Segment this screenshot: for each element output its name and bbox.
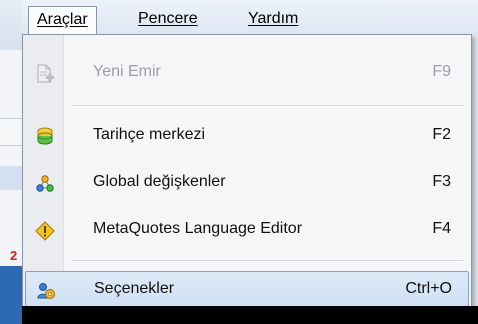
menu-item-options[interactable]: Seçenekler Ctrl+O (25, 271, 469, 307)
taskbar-fragment (0, 266, 22, 324)
menu-item-label: Tarihçe merkezi (93, 126, 206, 143)
menu-item-global-variables[interactable]: Global değişkenler F3 (25, 165, 467, 199)
menu-separator (71, 105, 463, 107)
menu-araclar[interactable]: Araçlar (28, 6, 97, 35)
new-order-icon (35, 63, 55, 83)
menu-item-label: Yeni Emir (93, 63, 161, 80)
menu-araclar-label: Araçlar (37, 11, 88, 28)
panel-fragment (0, 118, 22, 146)
toolbar-fragment (0, 0, 22, 50)
background-chart-fragment (22, 306, 478, 324)
menu-separator (71, 260, 463, 262)
menu-pencere-label: Pencere (138, 10, 198, 27)
menu-item-shortcut: F4 (432, 220, 451, 237)
menu-item-label: Seçenekler (94, 280, 175, 297)
menu-item-label: MetaQuotes Language Editor (93, 220, 303, 237)
menu-bar: Araçlar Pencere Yardım (22, 0, 478, 35)
menu-item-history-center[interactable]: Tarihçe merkezi F2 (25, 118, 467, 152)
background-window-strip: 2 (0, 0, 22, 324)
menu-pencere[interactable]: Pencere (130, 6, 206, 32)
history-center-icon (35, 126, 55, 146)
menu-item-shortcut: F2 (432, 126, 451, 143)
menu-item-metaeditor[interactable]: MetaQuotes Language Editor F4 (25, 212, 467, 246)
left-mark: 2 (10, 248, 18, 263)
tools-dropdown-menu: Yeni Emir F9 Tarihçe merkezi F2 Global d… (22, 34, 472, 308)
menu-yardim[interactable]: Yardım (240, 6, 306, 32)
menu-item-label: Global değişkenler (93, 173, 226, 190)
menu-item-shortcut: F9 (432, 63, 451, 80)
menu-item-new-order[interactable]: Yeni Emir F9 (25, 55, 467, 89)
metaeditor-icon (35, 220, 55, 241)
global-variables-icon (35, 173, 55, 193)
highlight-fragment (0, 166, 22, 190)
menu-item-shortcut: F3 (432, 173, 451, 190)
menu-yardim-label: Yardım (248, 10, 299, 27)
menu-item-shortcut: Ctrl+O (405, 280, 452, 297)
options-icon (36, 280, 56, 300)
